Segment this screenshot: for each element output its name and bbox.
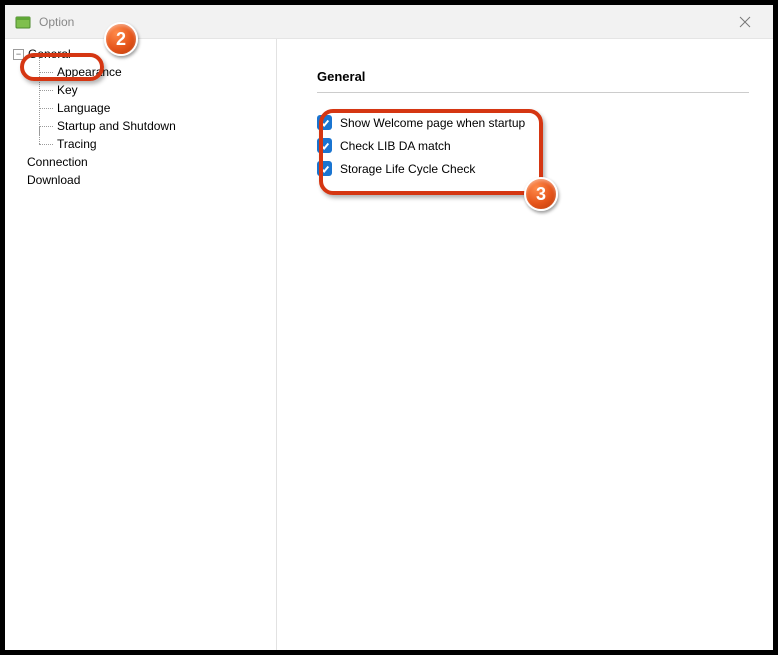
checkbox-icon[interactable] bbox=[317, 161, 332, 176]
window-title: Option bbox=[39, 15, 74, 29]
collapse-icon[interactable]: − bbox=[13, 49, 24, 60]
option-show-welcome[interactable]: Show Welcome page when startup bbox=[317, 115, 749, 130]
option-label: Show Welcome page when startup bbox=[340, 116, 525, 130]
sidebar-tree: − General Appearance Key Language Startu… bbox=[5, 39, 277, 650]
option-label: Storage Life Cycle Check bbox=[340, 162, 475, 176]
option-storage-life-cycle[interactable]: Storage Life Cycle Check bbox=[317, 161, 749, 176]
tree-item-connection[interactable]: Connection bbox=[9, 153, 276, 171]
content-heading: General bbox=[317, 69, 749, 84]
tree-item-download[interactable]: Download bbox=[9, 171, 276, 189]
tree-item-key[interactable]: Key bbox=[9, 81, 276, 99]
tree-item-appearance[interactable]: Appearance bbox=[9, 63, 276, 81]
tree-item-language[interactable]: Language bbox=[9, 99, 276, 117]
content-pane: General Show Welcome page when startup C… bbox=[277, 39, 773, 650]
tree-item-tracing[interactable]: Tracing bbox=[9, 135, 276, 153]
app-icon bbox=[15, 14, 31, 30]
option-check-lib-da[interactable]: Check LIB DA match bbox=[317, 138, 749, 153]
option-window: Option − General Appearance Key Language… bbox=[0, 0, 778, 655]
tree-item-startup-shutdown[interactable]: Startup and Shutdown bbox=[9, 117, 276, 135]
close-button[interactable] bbox=[725, 8, 765, 36]
options-group: Show Welcome page when startup Check LIB… bbox=[317, 115, 749, 176]
tree-item-general[interactable]: − General bbox=[9, 45, 276, 63]
divider bbox=[317, 92, 749, 93]
option-label: Check LIB DA match bbox=[340, 139, 451, 153]
checkbox-icon[interactable] bbox=[317, 115, 332, 130]
checkbox-icon[interactable] bbox=[317, 138, 332, 153]
titlebar: Option bbox=[5, 5, 773, 39]
